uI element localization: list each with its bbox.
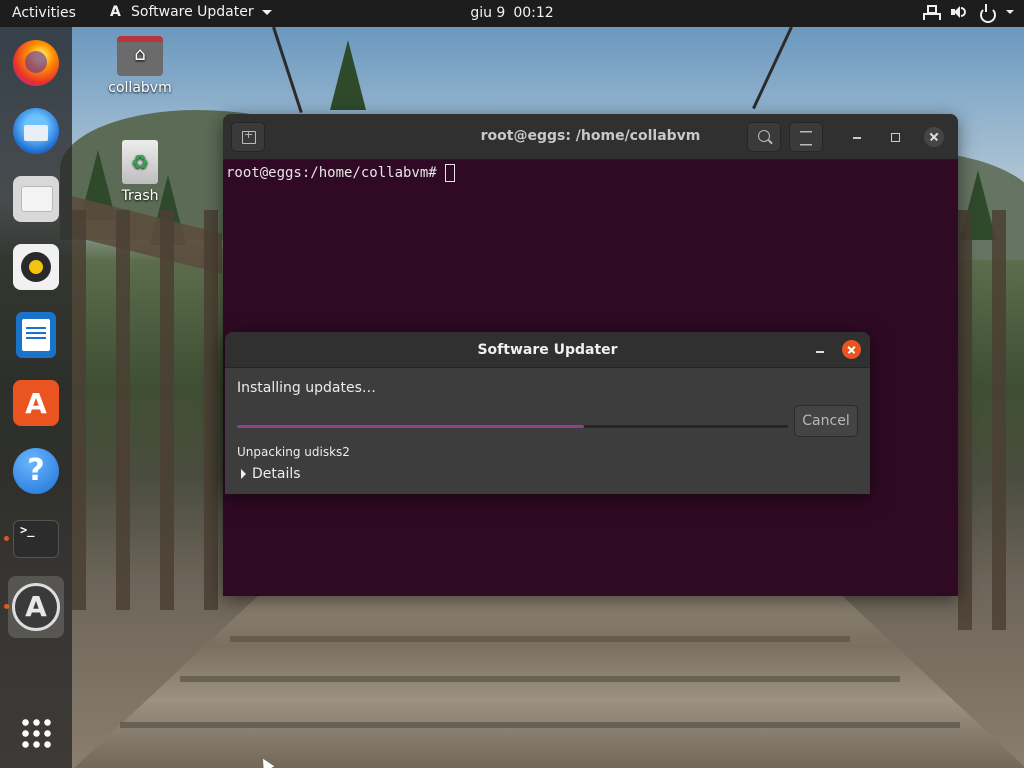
software-store-icon	[13, 380, 59, 426]
progress-bar-fill	[237, 425, 585, 428]
dock-item-rhythmbox[interactable]	[8, 239, 64, 295]
close-icon[interactable]	[924, 127, 944, 147]
hamburger-menu-icon[interactable]	[789, 122, 823, 152]
terminal-content[interactable]: root@eggs:/home/collabvm#	[223, 160, 958, 186]
dock-item-help[interactable]	[8, 443, 64, 499]
terminal-cursor	[444, 164, 455, 182]
network-icon	[922, 4, 941, 20]
volume-icon	[950, 4, 966, 20]
dock-item-files[interactable]	[8, 171, 64, 227]
home-folder-icon	[117, 36, 163, 76]
dock-item-firefox[interactable]	[8, 35, 64, 91]
chevron-down-icon	[1006, 10, 1014, 14]
show-applications-button[interactable]	[8, 705, 64, 761]
dock-item-libreoffice-writer[interactable]	[8, 307, 64, 363]
clock-date: giu 9	[470, 5, 506, 21]
terminal-prompt: root@eggs:/home/collabvm#	[226, 165, 437, 181]
top-bar: Activities A Software Updater giu 9 00:1…	[0, 0, 1024, 27]
wallpaper-tree	[330, 40, 366, 110]
rhythmbox-icon	[13, 244, 59, 290]
software-updater-dialog: Software Updater Installing updates… Can…	[225, 332, 870, 494]
status-heading: Installing updates…	[237, 380, 376, 396]
minimize-icon[interactable]	[847, 127, 867, 147]
bridge-rail	[958, 210, 1024, 630]
thunderbird-icon	[13, 108, 59, 154]
desktop-icon-label: Trash	[121, 188, 159, 204]
wallpaper-cable	[272, 26, 303, 114]
dock-item-software-updater[interactable]	[8, 576, 64, 638]
details-expander[interactable]: Details	[241, 466, 301, 482]
updater-titlebar[interactable]: Software Updater	[225, 332, 870, 368]
dock-item-terminal[interactable]	[8, 511, 64, 567]
system-tray[interactable]	[922, 4, 1014, 23]
desktop-icon-home[interactable]: collabvm	[100, 36, 180, 96]
search-icon[interactable]	[747, 122, 781, 152]
current-task: Unpacking udisks2	[237, 445, 350, 459]
firefox-icon	[13, 40, 59, 86]
dock	[0, 27, 72, 768]
clock[interactable]: giu 9 00:12	[0, 5, 1024, 21]
clock-time: 00:12	[513, 5, 554, 21]
chevron-right-icon	[241, 469, 246, 479]
bridge-rail	[72, 210, 222, 610]
updater-title: Software Updater	[477, 342, 618, 358]
power-icon	[978, 4, 996, 23]
terminal-titlebar[interactable]: root@eggs: /home/collabvm	[223, 114, 958, 160]
help-icon	[13, 448, 59, 494]
desktop-icon-trash[interactable]: Trash	[100, 140, 180, 204]
dock-item-thunderbird[interactable]	[8, 103, 64, 159]
bridge-plank	[230, 636, 850, 642]
wallpaper-cable	[752, 26, 793, 110]
maximize-icon[interactable]	[885, 127, 905, 147]
progress-bar	[237, 425, 788, 428]
bridge-plank	[120, 722, 960, 728]
dock-item-ubuntu-software[interactable]	[8, 375, 64, 431]
terminal-icon	[13, 520, 59, 558]
minimize-icon[interactable]	[812, 341, 830, 359]
app-grid-icon	[20, 717, 52, 749]
files-icon	[13, 176, 59, 222]
cancel-button[interactable]: Cancel	[794, 405, 858, 437]
writer-icon	[16, 312, 56, 358]
desktop-icon-label: collabvm	[108, 80, 172, 96]
trash-icon	[122, 140, 158, 184]
close-icon[interactable]	[842, 340, 861, 359]
software-updater-icon	[12, 583, 60, 631]
details-label: Details	[252, 466, 301, 482]
bridge-plank	[180, 676, 900, 682]
